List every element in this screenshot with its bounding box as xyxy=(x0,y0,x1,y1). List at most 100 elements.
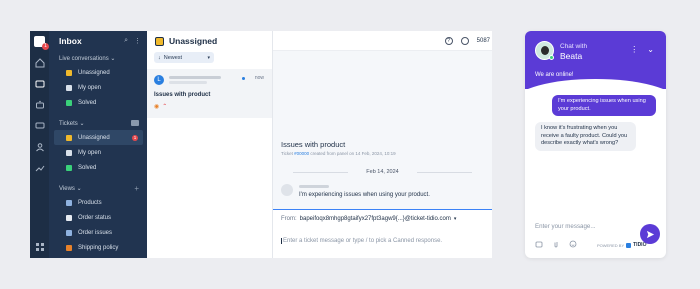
sidebar-item-label: Products xyxy=(78,199,102,206)
sidebar-item-label: Shipping policy xyxy=(78,244,119,251)
message-text: I'm experiencing issues when using your … xyxy=(299,192,430,198)
chat-widget: Chat with Beata ⋮ ⌄ We are online! I'm e… xyxy=(525,31,666,258)
ticket-detail: ? 5087 Issues with product Ticket #00000… xyxy=(273,31,492,258)
attachment-icon[interactable] xyxy=(552,240,560,248)
conversation-tags: ◉ ⌃ xyxy=(154,103,167,110)
widget-toolbar xyxy=(535,240,577,248)
section-tickets-label: Tickets xyxy=(59,120,78,127)
powered-by-label: POWERED BY xyxy=(597,242,625,248)
sidebar-item-tickets-unassigned[interactable]: Unassigned 1 xyxy=(54,130,143,145)
online-status-text: We are online! xyxy=(535,72,574,78)
sidebar-item-label: Solved xyxy=(78,99,97,106)
widget-header: Chat with Beata ⋮ ⌄ We are online! xyxy=(525,31,666,89)
help-icon[interactable]: ? xyxy=(444,36,453,45)
my-open-icon xyxy=(66,84,72,91)
avatar xyxy=(281,184,293,196)
ticket-meta-prefix: Ticket xyxy=(281,151,295,156)
ticket-link[interactable]: #00000 xyxy=(294,151,309,156)
section-views[interactable]: Views ⌄ + xyxy=(49,181,147,195)
sidebar-item-view-order-status[interactable]: Order status xyxy=(49,210,143,225)
blurred-sender-email xyxy=(169,81,207,84)
sidebar-item-label: Unassigned xyxy=(78,69,110,76)
from-address: bapeifoqx8mhgp8gtaifyx27fpt3agw9{...}@ti… xyxy=(299,216,451,222)
chevron-down-icon[interactable]: ⌄ xyxy=(647,45,654,54)
unassigned-icon xyxy=(155,36,164,46)
app-logo-icon[interactable]: 1 xyxy=(34,36,49,50)
agent-name: Beata xyxy=(560,51,583,61)
logo-notification-badge: 1 xyxy=(42,43,49,50)
ticket-subject: Issues with product xyxy=(281,140,346,149)
sort-dropdown[interactable]: ↓ Newest ▾ xyxy=(154,52,214,63)
add-view-icon[interactable]: + xyxy=(134,184,139,193)
from-selector[interactable]: From: bapeifoqx8mhgp8gtaifyx27fpt3agw9{..… xyxy=(281,216,456,222)
date-separator: Feb 14, 2024 xyxy=(273,169,492,175)
home-icon[interactable] xyxy=(35,58,45,68)
bot-icon[interactable] xyxy=(35,100,45,110)
sidebar-item-tickets-solved[interactable]: Solved xyxy=(49,160,143,175)
list-item[interactable]: L now Issues with product ◉ ⌃ xyxy=(147,69,272,118)
chevron-down-icon: ⌄ xyxy=(76,185,82,192)
status-icon[interactable] xyxy=(460,36,469,45)
message-input[interactable]: Enter your message... xyxy=(535,223,596,230)
priority-icon: ◉ xyxy=(154,104,160,110)
send-button[interactable] xyxy=(640,224,660,244)
section-live-label: Live conversations xyxy=(59,55,109,62)
apps-grid-icon[interactable] xyxy=(35,242,45,252)
sidebar-title: Inbox xyxy=(59,36,82,46)
unassigned-icon xyxy=(66,69,72,76)
sidebar-item-view-shipping-policy[interactable]: Shipping policy xyxy=(49,240,143,255)
list-header: Unassigned xyxy=(147,31,272,51)
my-open-icon xyxy=(66,149,72,156)
sidebar-item-label: My open xyxy=(78,149,102,156)
inbox-icon[interactable] xyxy=(35,79,45,89)
folder-icon xyxy=(66,229,72,236)
sidebar-item-label: Order status xyxy=(78,214,112,221)
inbox-app-window: 1 Inbox ⌕ ⋮ Live conversations ⌄ Unassig… xyxy=(30,31,492,258)
section-tickets[interactable]: Tickets ⌄ xyxy=(49,116,147,130)
list-title: Unassigned xyxy=(169,36,218,46)
sidebar-item-live-solved[interactable]: Solved xyxy=(49,95,143,110)
analytics-icon[interactable] xyxy=(35,163,45,173)
chevron-down-icon: ⌄ xyxy=(79,120,85,127)
emoji-icon[interactable] xyxy=(569,240,577,248)
avatar: L xyxy=(154,75,164,85)
solved-icon xyxy=(66,164,72,171)
send-icon xyxy=(646,230,654,238)
blurred-sender-name xyxy=(169,76,221,79)
sidebar-item-label: Order issues xyxy=(78,229,113,236)
sidebar-item-tickets-my-open[interactable]: My open xyxy=(49,145,143,160)
truck-icon xyxy=(66,244,72,251)
more-options-icon[interactable]: ⋮ xyxy=(630,45,638,54)
powered-by[interactable]: POWERED BY TIDIO xyxy=(597,242,646,248)
agent-photo xyxy=(541,46,549,55)
search-icon[interactable]: ⌕ xyxy=(124,37,128,45)
unread-dot-icon xyxy=(242,77,245,80)
chat-icon[interactable] xyxy=(35,121,45,131)
from-label: From: xyxy=(281,216,297,222)
sidebar-item-live-unassigned[interactable]: Unassigned xyxy=(49,65,143,80)
ticket-settings-icon[interactable] xyxy=(131,120,139,126)
icon-rail: 1 xyxy=(30,31,49,258)
document-icon xyxy=(66,214,72,221)
sort-label: Newest xyxy=(163,54,183,61)
contacts-icon[interactable] xyxy=(35,142,45,152)
reply-composer: From: bapeifoqx8mhgp8gtaifyx27fpt3agw9{..… xyxy=(273,209,492,258)
sidebar-item-live-my-open[interactable]: My open xyxy=(49,80,143,95)
reply-input[interactable]: Enter a ticket message or type / to pick… xyxy=(281,238,442,244)
flag-icon: ⌃ xyxy=(162,104,168,110)
detail-toolbar: ? 5087 xyxy=(273,31,492,51)
sidebar-item-label: My open xyxy=(78,84,102,91)
count-badge: 1 xyxy=(132,134,138,141)
ticket-meta-suffix: created from panel on 14 Feb, 2024, 10:1… xyxy=(309,151,396,156)
sidebar-item-view-order-issues[interactable]: Order issues xyxy=(49,225,143,240)
sidebar-item-label: Solved xyxy=(78,164,97,171)
conversation-list: Unassigned ↓ Newest ▾ L now Issues with … xyxy=(147,31,273,258)
folder-icon xyxy=(66,199,72,206)
section-live-conversations[interactable]: Live conversations ⌄ xyxy=(49,51,147,65)
sidebar-item-label: Unassigned xyxy=(78,134,110,141)
bot-icon[interactable] xyxy=(535,240,543,248)
solved-icon xyxy=(66,99,72,106)
visitor-message-bubble: I'm experiencing issues when using your … xyxy=(552,95,656,116)
more-options-icon[interactable]: ⋮ xyxy=(134,37,141,45)
sidebar-item-view-products[interactable]: Products xyxy=(49,195,143,210)
